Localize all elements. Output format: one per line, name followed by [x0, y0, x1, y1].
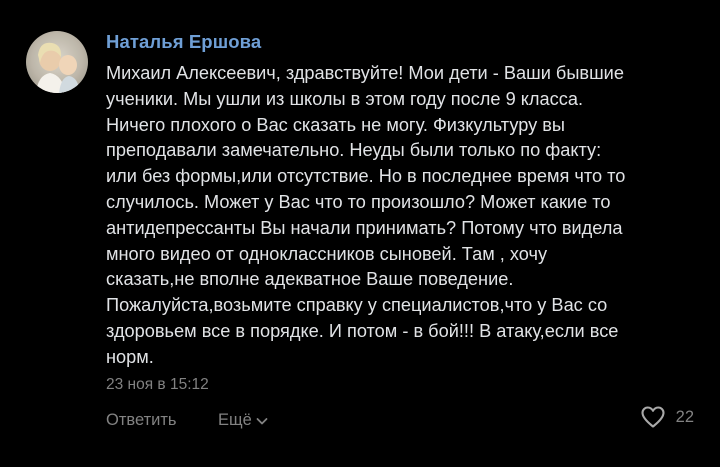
- avatar[interactable]: [26, 31, 88, 93]
- chevron-down-icon: [256, 417, 268, 424]
- author-name[interactable]: Наталья Ершова: [106, 31, 261, 53]
- comment-text: Михаил Алексеевич, здравствуйте! Мои дет…: [106, 63, 626, 367]
- like-count: 22: [675, 407, 694, 426]
- heart-icon: [641, 406, 665, 428]
- like-button[interactable]: 22: [640, 405, 694, 429]
- comment-timestamp[interactable]: 23 ноя в 15:12: [106, 376, 209, 394]
- more-button[interactable]: Ещё: [218, 411, 269, 430]
- more-label: Ещё: [218, 411, 252, 429]
- avatar-photo-icon: [26, 31, 88, 93]
- reply-button[interactable]: Ответить: [106, 411, 177, 430]
- comment: Наталья Ершова Михаил Алексеевич, здравс…: [0, 0, 720, 467]
